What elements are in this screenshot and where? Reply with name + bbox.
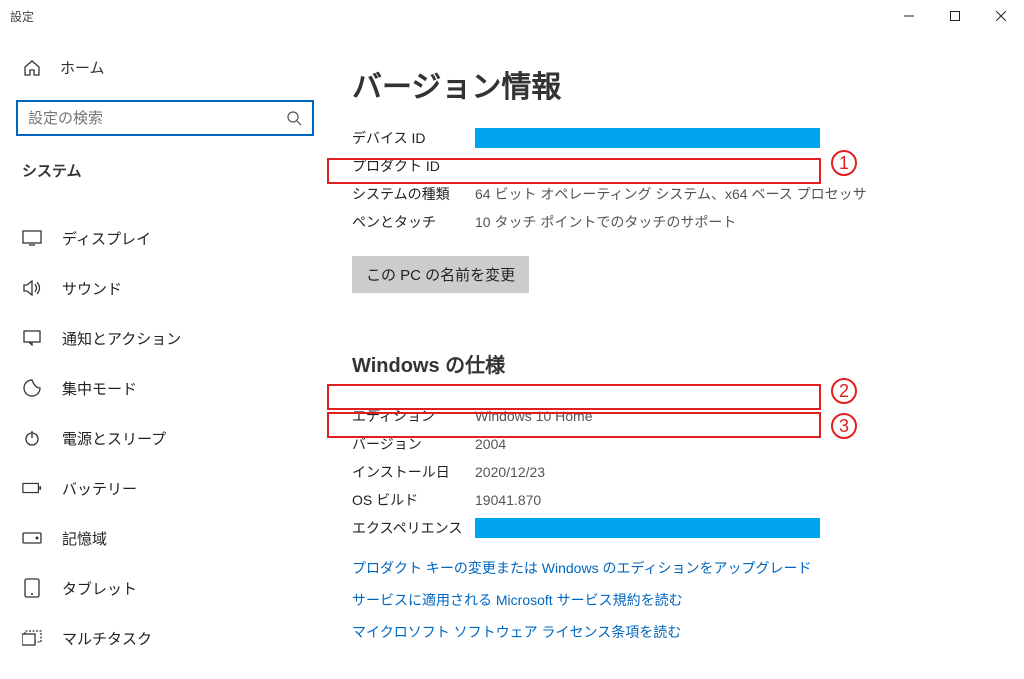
display-icon [22,228,42,248]
titlebar-controls [886,0,1024,32]
row-device-id: デバイス ID [352,124,1002,152]
focus-icon [22,378,42,398]
experience-label: エクスペリエンス [352,518,475,538]
multitask-icon [22,628,42,648]
nav-item-display[interactable]: ディスプレイ [14,213,316,263]
nav-item-multitask[interactable]: マルチタスク [14,613,316,663]
close-button[interactable] [978,0,1024,32]
nav-item-notifications[interactable]: 通知とアクション [14,313,316,363]
rename-pc-button[interactable]: この PC の名前を変更 [352,256,529,293]
nav-label: マルチタスク [62,628,152,649]
search-box[interactable] [16,100,314,136]
windows-spec-title: Windows の仕様 [352,349,1002,378]
nav-item-storage[interactable]: 記憶域 [14,513,316,563]
pen-touch-label: ペンとタッチ [352,212,475,232]
product-id-label: プロダクト ID [352,156,475,176]
nav-label: 電源とスリープ [62,428,166,449]
nav-label: バッテリー [62,478,137,499]
nav-item-power[interactable]: 電源とスリープ [14,413,316,463]
edition-value: Windows 10 Home [475,408,593,424]
nav-label: 通知とアクション [62,328,181,349]
nav-item-focus[interactable]: 集中モード [14,363,316,413]
device-id-label: デバイス ID [352,128,475,148]
nav-label: サウンド [62,278,122,299]
tablet-icon [22,578,42,598]
home-icon [22,58,42,78]
row-edition: エディション Windows 10 Home [352,402,1002,430]
minimize-button[interactable] [886,0,932,32]
nav-label: 記憶域 [62,528,107,549]
device-id-redacted [475,128,820,148]
version-value: 2004 [475,436,506,452]
link-license-terms[interactable]: マイクロソフト ソフトウェア ライセンス条項を読む [352,622,1002,642]
battery-icon [22,478,42,498]
row-product-id: プロダクト ID [352,152,1002,180]
notification-icon [22,328,42,348]
titlebar: 設定 [0,0,1024,32]
annotation-badge-2: 2 [831,378,857,404]
nav-item-battery[interactable]: バッテリー [14,463,316,513]
row-version: バージョン 2004 [352,430,1002,458]
pen-touch-value: 10 タッチ ポイントでのタッチのサポート [475,212,736,232]
system-type-value: 64 ビット オペレーティング システム、x64 ベース プロセッサ [475,184,867,204]
nav-item-sound[interactable]: サウンド [14,263,316,313]
window-title: 設定 [10,8,34,25]
sound-icon [22,278,42,298]
experience-redacted [475,518,820,538]
storage-icon [22,528,42,548]
nav-label: タブレット [62,578,137,599]
system-type-label: システムの種類 [352,184,475,204]
page-title: バージョン情報 [352,62,1002,106]
installed-label: インストール日 [352,462,475,482]
power-icon [22,428,42,448]
installed-value: 2020/12/23 [475,464,545,480]
row-pen-touch: ペンとタッチ 10 タッチ ポイントでのタッチのサポート [352,208,1002,236]
row-build: OS ビルド 19041.870 [352,486,1002,514]
sidebar-category: システム [14,160,316,181]
link-service-agreement[interactable]: サービスに適用される Microsoft サービス規約を読む [352,590,1002,610]
build-value: 19041.870 [475,492,541,508]
edition-label: エディション [352,406,475,426]
row-installed: インストール日 2020/12/23 [352,458,1002,486]
search-icon [286,110,302,126]
link-product-key[interactable]: プロダクト キーの変更または Windows のエディションをアップグレード [352,558,1002,578]
nav-label: 集中モード [62,378,137,399]
home-label: ホーム [60,57,105,78]
search-input[interactable] [28,110,286,127]
row-system-type: システムの種類 64 ビット オペレーティング システム、x64 ベース プロセ… [352,180,1002,208]
maximize-button[interactable] [932,0,978,32]
sidebar: ホーム システム ディスプレイ サウンド 通知とアクション [0,32,330,679]
nav-label: ディスプレイ [62,228,151,249]
build-label: OS ビルド [352,490,475,510]
main-content: バージョン情報 デバイス ID プロダクト ID システムの種類 64 ビット … [330,32,1024,679]
nav-item-tablet[interactable]: タブレット [14,563,316,613]
version-label: バージョン [352,434,475,454]
home-link[interactable]: ホーム [14,57,316,78]
row-experience: エクスペリエンス [352,514,1002,542]
